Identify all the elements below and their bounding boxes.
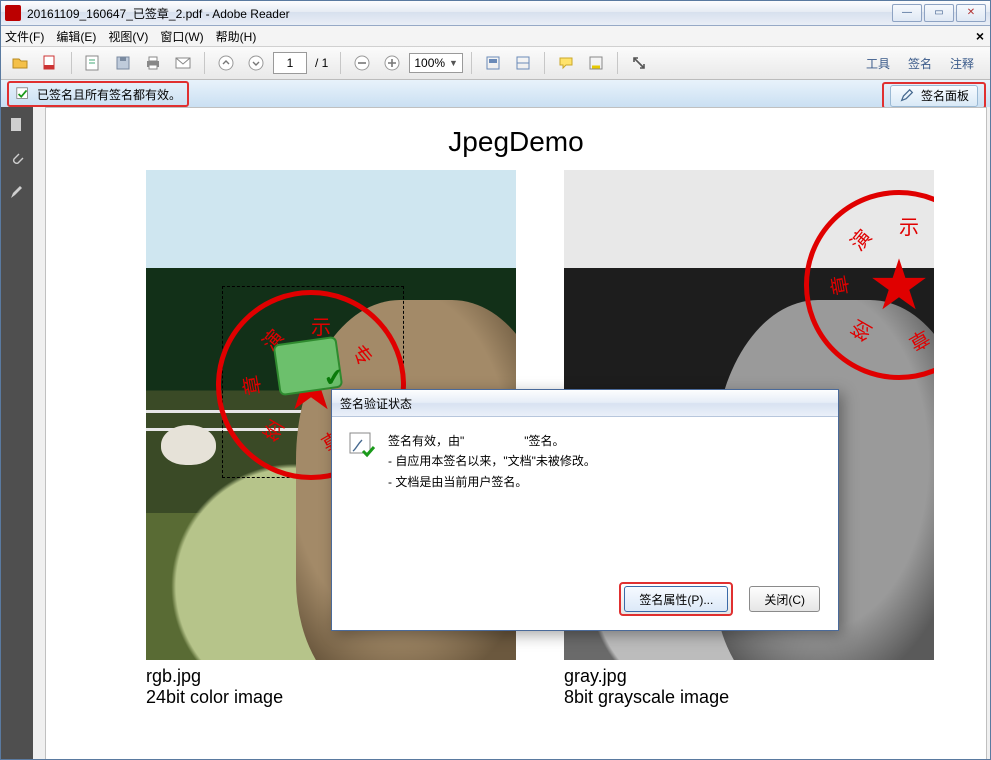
zoom-out-icon[interactable] <box>349 50 375 76</box>
print-icon[interactable] <box>140 50 166 76</box>
dialog-close-button[interactable]: 关闭(C) <box>749 586 820 612</box>
attachments-icon[interactable] <box>7 149 27 169</box>
side-rail <box>1 107 33 759</box>
signature-valid-icon <box>15 86 31 102</box>
thumbnails-icon[interactable] <box>7 115 27 135</box>
signature-status-bar: 已签名且所有签名都有效。 签名面板 <box>1 80 990 109</box>
menu-file[interactable]: 文件(F) <box>5 28 44 45</box>
gray-caption-name: gray.jpg <box>564 666 934 687</box>
seal-stamp-right: ★ 签章演示专用章 <box>804 190 934 380</box>
signature-status-text: 已签名且所有签名都有效。 <box>37 86 181 103</box>
save-icon[interactable] <box>110 50 136 76</box>
zoom-select[interactable]: 100% ▼ <box>409 53 463 73</box>
dialog-buttons: 签名属性(P)... 关闭(C) <box>619 582 820 616</box>
menu-edit[interactable]: 编辑(E) <box>56 28 96 45</box>
dialog-line1b: "签名。 <box>524 434 564 448</box>
titlebar: 20161109_160647_已签章_2.pdf - Adobe Reader… <box>1 1 990 26</box>
dialog-line3: - 文档是由当前用户签名。 <box>388 472 596 492</box>
signature-panel-button[interactable]: 签名面板 <box>890 85 978 107</box>
open-icon[interactable] <box>7 50 33 76</box>
signatures-rail-icon[interactable] <box>7 183 27 203</box>
tool-b-icon[interactable] <box>510 50 536 76</box>
pen-icon <box>899 88 915 104</box>
page-heading: JpegDemo <box>46 126 986 158</box>
sign-link[interactable]: 签名 <box>908 55 932 72</box>
zoom-value: 100% <box>414 56 445 70</box>
page-down-icon[interactable] <box>243 50 269 76</box>
menu-help[interactable]: 帮助(H) <box>216 28 257 45</box>
window-controls: — ▭ ✕ <box>892 4 986 22</box>
page-number-input[interactable] <box>273 52 307 74</box>
signature-validation-dialog: 签名验证状态 签名有效，由" "签名。 - 自应用本签名以来，"文档"未被修改。 … <box>331 389 839 631</box>
signature-valid-icon <box>348 431 376 459</box>
dialog-line1a: 签名有效，由" <box>388 434 464 448</box>
menu-window[interactable]: 窗口(W) <box>160 28 203 45</box>
email-icon[interactable] <box>170 50 196 76</box>
app-icon <box>5 5 21 21</box>
signature-panel-label: 签名面板 <box>921 87 969 104</box>
tool-a-icon[interactable] <box>480 50 506 76</box>
fullscreen-icon[interactable] <box>626 50 652 76</box>
signature-panel-highlight: 签名面板 <box>882 82 986 109</box>
valid-signature-badge-icon <box>273 336 344 396</box>
maximize-button[interactable]: ▭ <box>924 4 954 22</box>
minimize-button[interactable]: — <box>892 4 922 22</box>
dialog-line2: - 自应用本签名以来，"文档"未被修改。 <box>388 451 596 471</box>
convert-icon[interactable] <box>80 50 106 76</box>
chevron-down-icon: ▼ <box>449 58 458 68</box>
zoom-in-icon[interactable] <box>379 50 405 76</box>
rgb-caption-desc: 24bit color image <box>146 687 516 708</box>
page-up-icon[interactable] <box>213 50 239 76</box>
close-document-button[interactable]: × <box>976 28 984 44</box>
toolbar: / 1 100% ▼ 工具 签名 注释 <box>1 47 990 80</box>
create-pdf-icon[interactable] <box>37 50 63 76</box>
app-window: 20161109_160647_已签章_2.pdf - Adobe Reader… <box>0 0 991 760</box>
dialog-body: 签名有效，由" "签名。 - 自应用本签名以来，"文档"未被修改。 - 文档是由当… <box>332 417 838 502</box>
page-total: / 1 <box>315 56 328 70</box>
dialog-title: 签名验证状态 <box>332 390 838 417</box>
tools-link[interactable]: 工具 <box>866 55 890 72</box>
signature-properties-highlight: 签名属性(P)... <box>619 582 733 616</box>
gray-caption-desc: 8bit grayscale image <box>564 687 934 708</box>
signature-properties-button[interactable]: 签名属性(P)... <box>624 586 728 612</box>
signature-status-highlight: 已签名且所有签名都有效。 <box>7 81 189 107</box>
menubar: 文件(F) 编辑(E) 视图(V) 窗口(W) 帮助(H) × <box>1 26 990 47</box>
comment-link[interactable]: 注释 <box>950 55 974 72</box>
highlight-icon[interactable] <box>583 50 609 76</box>
sheep-graphic <box>161 425 216 465</box>
seal-ring-text-right: 签章演示专用章 <box>809 195 934 375</box>
close-button[interactable]: ✕ <box>956 4 986 22</box>
dialog-text: 签名有效，由" "签名。 - 自应用本签名以来，"文档"未被修改。 - 文档是由当… <box>388 431 596 492</box>
comment-bubble-icon[interactable] <box>553 50 579 76</box>
toolbar-right: 工具 签名 注释 <box>866 55 984 72</box>
menu-view[interactable]: 视图(V) <box>108 28 148 45</box>
window-title: 20161109_160647_已签章_2.pdf - Adobe Reader <box>27 5 892 22</box>
rgb-caption-name: rgb.jpg <box>146 666 516 687</box>
